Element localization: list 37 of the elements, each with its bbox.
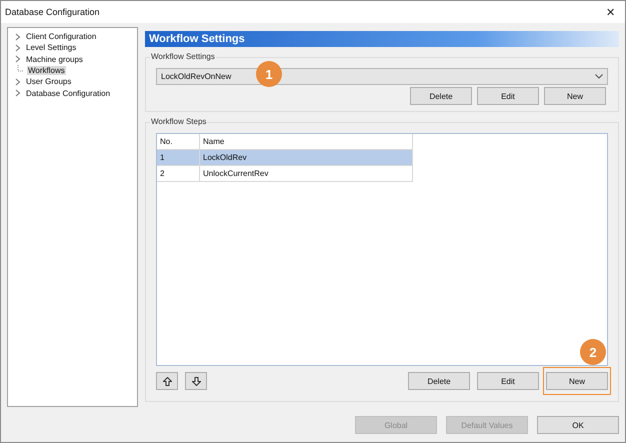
arrow-down-icon	[192, 376, 200, 386]
tree-item[interactable]: Database Configuration	[25, 88, 112, 98]
arrow-up-icon	[162, 376, 172, 386]
column-header[interactable]: Name	[200, 134, 413, 149]
section-header: Workflow Settings	[145, 31, 619, 47]
chevron-right-icon[interactable]	[15, 44, 21, 52]
move-up-button[interactable]	[156, 372, 178, 390]
dialog-button[interactable]: Edit	[477, 372, 539, 390]
table-cell: UnlockCurrentRev	[200, 166, 413, 181]
group-title: Workflow Settings	[150, 52, 216, 61]
tree-item[interactable]: Level Settings	[25, 43, 78, 52]
move-down-button[interactable]	[185, 372, 207, 390]
tree-item[interactable]: Machine groups	[25, 54, 84, 64]
chevron-right-icon[interactable]	[15, 89, 21, 98]
dialog-button[interactable]: Delete	[408, 372, 470, 390]
tree-item[interactable]: User Groups	[25, 77, 72, 86]
table-row[interactable]: 1 LockOldRev	[157, 150, 413, 166]
close-button[interactable]: ✕	[600, 6, 621, 18]
chevron-right-icon[interactable]	[15, 32, 21, 41]
table-cell: 1	[157, 150, 200, 165]
column-header[interactable]: No.	[157, 134, 200, 149]
group-title: Workflow Steps	[150, 117, 208, 126]
table-row[interactable]: 2 UnlockCurrentRev	[157, 166, 413, 182]
table-cell: LockOldRev	[200, 150, 413, 165]
tree-item[interactable]: Workflows	[27, 66, 66, 76]
dialog-button[interactable]: Edit	[477, 87, 539, 105]
dialog-button[interactable]: New	[546, 372, 608, 390]
dialog-button[interactable]: New	[544, 87, 606, 105]
dialog-button[interactable]: Delete	[410, 87, 472, 105]
callout-badge: 1	[256, 61, 282, 87]
table-cell: 2	[157, 166, 200, 181]
dialog-button[interactable]: OK	[537, 416, 619, 434]
chevron-right-icon[interactable]	[15, 78, 21, 86]
chevron-right-icon[interactable]	[15, 55, 21, 64]
tree-item[interactable]: Client Configuration	[25, 32, 98, 42]
dropdown-caret-icon	[595, 74, 603, 79]
window-title: Database Configuration	[5, 7, 100, 17]
